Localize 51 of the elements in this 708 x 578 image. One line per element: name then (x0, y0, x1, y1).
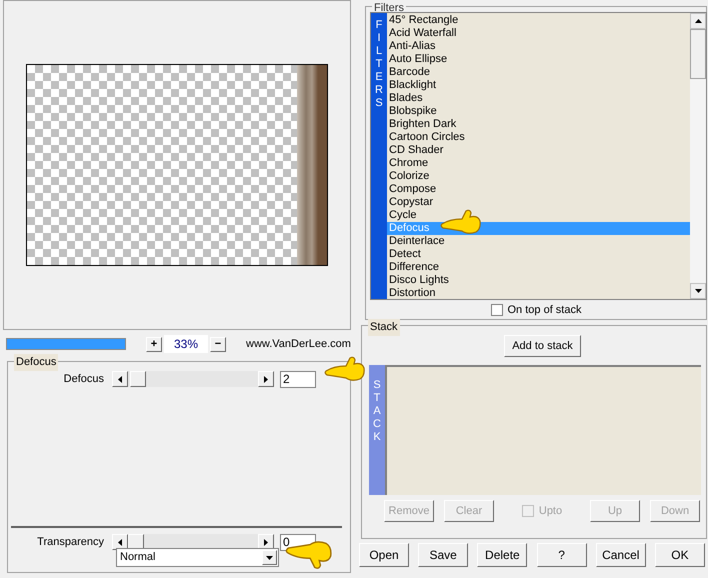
filter-list-item[interactable]: Copystar (387, 196, 690, 209)
filter-list-item[interactable]: Disco Lights (387, 274, 690, 287)
scroll-thumb[interactable] (690, 29, 706, 79)
zoom-value: 33% (164, 335, 208, 353)
group-title: Defocus (14, 354, 58, 370)
stack-side-label: STACK (369, 365, 385, 495)
filter-list-item[interactable]: Compose (387, 183, 690, 196)
filter-list-item[interactable]: Barcode (387, 66, 690, 79)
filter-list-item[interactable]: Distortion (387, 287, 690, 300)
slider-label: Defocus (62, 372, 105, 387)
filter-list-item[interactable]: Cartoon Circles (387, 131, 690, 144)
zoom-in-button[interactable]: + (146, 336, 162, 352)
slider-thumb[interactable] (130, 371, 146, 387)
hand-pointer-icon (440, 207, 482, 235)
filter-list-item[interactable]: Brighten Dark (387, 118, 690, 131)
hand-pointer-icon (324, 354, 366, 382)
filter-list-item[interactable]: Blades (387, 92, 690, 105)
filter-list-item[interactable]: 45° Rectangle (387, 14, 690, 27)
checkbox[interactable] (490, 304, 502, 316)
checkbox-label: Upto (538, 504, 562, 519)
filter-list-item[interactable]: Auto Ellipse (387, 53, 690, 66)
stack-list[interactable] (385, 365, 701, 495)
filter-list-item[interactable]: Cycle (387, 209, 690, 222)
filter-list-item[interactable]: Chrome (387, 157, 690, 170)
dialog-button[interactable]: ? (536, 543, 587, 567)
dialog-button[interactable]: Save (418, 543, 468, 567)
filter-list-item[interactable]: Difference (387, 261, 690, 274)
scrollbar[interactable] (690, 13, 706, 299)
filter-list-item[interactable]: Colorize (387, 170, 690, 183)
dialog-button[interactable]: Cancel (596, 543, 646, 567)
blend-mode-dropdown[interactable]: Normal (116, 548, 279, 567)
checkbox-label: On top of stack (508, 303, 582, 318)
add-to-stack-button[interactable]: Add to stack (504, 335, 581, 357)
value-field[interactable]: 2 (280, 370, 316, 388)
group-title: Stack (368, 319, 400, 336)
filter-list-item[interactable]: Anti-Alias (387, 40, 690, 53)
filter-list-item[interactable]: Detect (387, 248, 690, 261)
website-link[interactable]: www.VanDerLee.com (246, 336, 351, 352)
dialog-button[interactable]: Delete (477, 543, 528, 567)
filter-list-item[interactable]: Deinterlace (387, 235, 690, 248)
dialog-button[interactable]: Open (359, 543, 409, 567)
scroll-down-icon[interactable] (690, 283, 706, 299)
scroll-up-icon[interactable] (690, 13, 706, 29)
filter-list-item[interactable]: Acid Waterfall (387, 27, 690, 40)
filter-list-item[interactable]: Blacklight (387, 79, 690, 92)
filter-list-item[interactable]: Blobspike (387, 105, 690, 118)
filter-list-item[interactable]: CD Shader (387, 144, 690, 157)
zoom-out-button[interactable]: − (210, 336, 226, 352)
slider-label: Transparency (36, 534, 105, 550)
filters-side-label: FILTERS (371, 13, 387, 299)
dialog-button[interactable]: OK (654, 543, 705, 567)
